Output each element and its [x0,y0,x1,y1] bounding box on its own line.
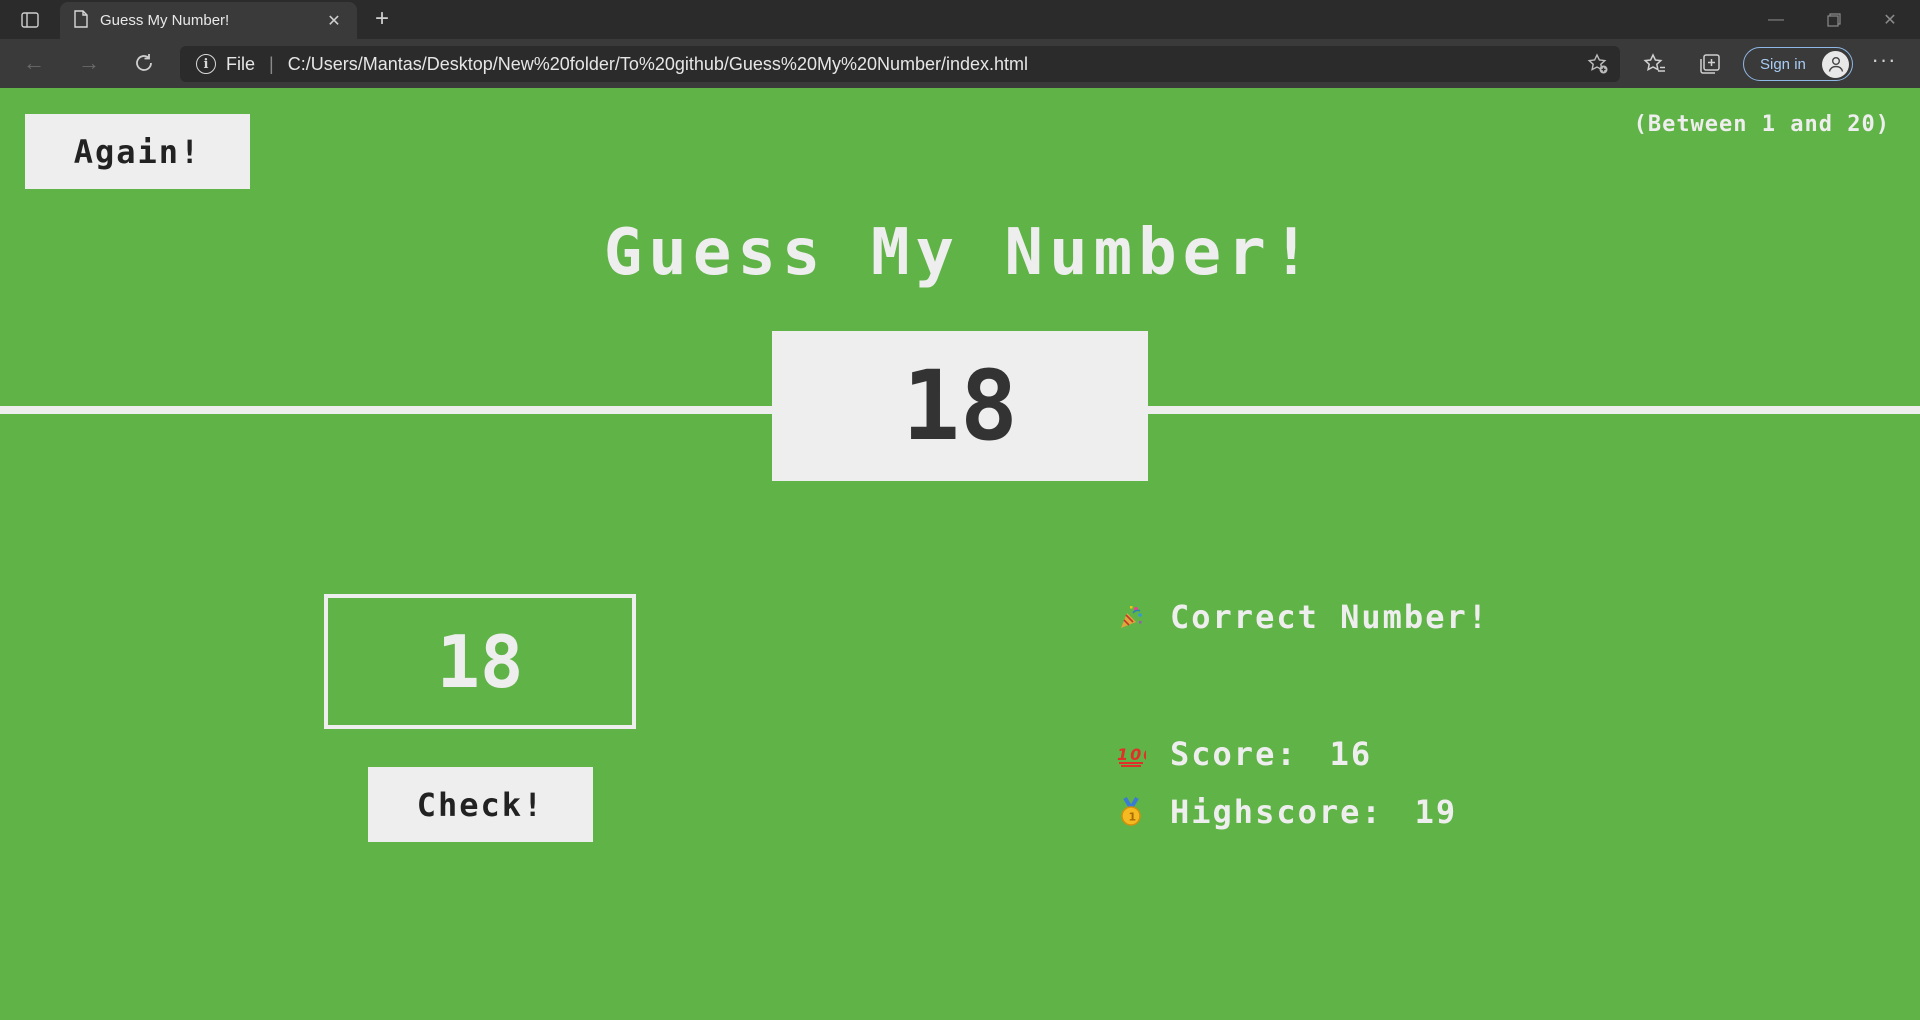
secret-number: 18 [772,331,1148,481]
browser-tabbar: Guess My Number! ✕ + — ✕ [0,0,1920,39]
restore-icon[interactable] [1810,4,1858,36]
sign-in-button[interactable]: Sign in [1743,47,1853,81]
close-window-icon[interactable]: ✕ [1866,4,1914,36]
tab-actions-icon[interactable] [18,9,42,31]
collections-icon[interactable] [1695,49,1725,79]
more-options-icon[interactable]: ··· [1868,49,1900,79]
refresh-icon[interactable] [128,49,160,77]
page-title: Guess My Number! [603,216,1317,290]
highscore-value: 19 [1414,793,1458,831]
address-scheme: File [226,53,256,74]
score-row: 100 Score: 16 [1116,735,1372,773]
tab-title: Guess My Number! [100,12,230,29]
svg-text:100: 100 [1117,745,1146,764]
guess-input[interactable] [324,594,636,729]
address-url: C:/Users/Mantas/Desktop/New%20folder/To%… [287,53,1029,74]
party-popper-icon [1116,602,1146,632]
new-tab-icon[interactable]: + [368,6,396,34]
add-favorite-icon[interactable] [1586,52,1610,76]
sign-in-label: Sign in [1760,55,1806,73]
again-button[interactable]: Again! [25,114,250,189]
message-row: Correct Number! [1116,598,1489,636]
svg-text:1: 1 [1129,811,1139,824]
browser-toolbar: ← → i File | C:/Users/Mantas/Desktop/New… [0,39,1920,88]
highscore-row: 1 Highscore: 19 [1116,793,1457,831]
page-icon [74,9,88,32]
score-label: Score: [1170,735,1298,773]
range-hint: (Between 1 and 20) [1633,112,1890,137]
forward-icon[interactable]: → [73,49,105,77]
check-button[interactable]: Check! [368,767,593,842]
back-icon[interactable]: ← [18,49,50,77]
highscore-label: Highscore: [1170,793,1383,831]
game-page: Again! (Between 1 and 20) Guess My Numbe… [0,88,1920,1020]
hundred-points-icon: 100 [1116,739,1146,769]
medal-icon: 1 [1116,797,1146,827]
tab-close-icon[interactable]: ✕ [325,11,343,31]
message-text: Correct Number! [1170,598,1489,636]
avatar-icon [1822,50,1849,78]
address-bar[interactable]: i File | C:/Users/Mantas/Desktop/New%20f… [180,46,1620,82]
info-icon[interactable]: i [196,54,216,74]
score-value: 16 [1329,735,1373,773]
address-separator: | [269,53,274,74]
minimize-icon[interactable]: — [1752,4,1800,36]
browser-tab[interactable]: Guess My Number! ✕ [60,2,357,39]
favorites-icon[interactable] [1640,49,1670,79]
